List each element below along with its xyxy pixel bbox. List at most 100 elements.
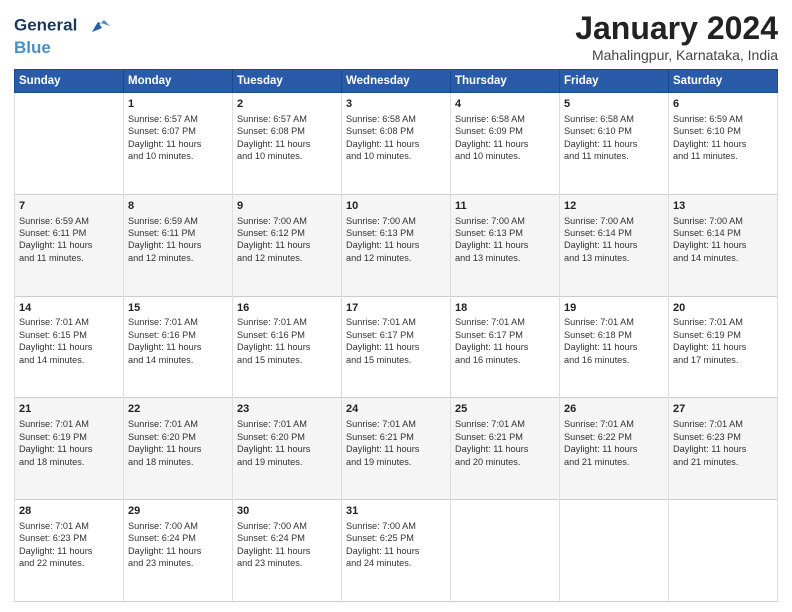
logo-bird-icon <box>84 14 110 38</box>
day-number: 23 <box>237 402 337 417</box>
day-info: Sunrise: 7:01 AMSunset: 6:23 PMDaylight:… <box>19 520 119 570</box>
day-number: 10 <box>346 199 446 214</box>
day-number: 7 <box>19 199 119 214</box>
day-info: Sunrise: 6:58 AMSunset: 6:08 PMDaylight:… <box>346 113 446 163</box>
day-info: Sunrise: 7:01 AMSunset: 6:22 PMDaylight:… <box>564 418 664 468</box>
day-number: 20 <box>673 301 773 316</box>
day-info: Sunrise: 7:00 AMSunset: 6:24 PMDaylight:… <box>237 520 337 570</box>
day-info: Sunrise: 7:00 AMSunset: 6:14 PMDaylight:… <box>673 215 773 265</box>
location: Mahalingpur, Karnataka, India <box>575 47 778 63</box>
calendar-cell: 21Sunrise: 7:01 AMSunset: 6:19 PMDayligh… <box>15 398 124 500</box>
calendar-table: SundayMondayTuesdayWednesdayThursdayFrid… <box>14 69 778 602</box>
calendar-cell: 3Sunrise: 6:58 AMSunset: 6:08 PMDaylight… <box>342 93 451 195</box>
day-info: Sunrise: 7:00 AMSunset: 6:14 PMDaylight:… <box>564 215 664 265</box>
header-day-wednesday: Wednesday <box>342 70 451 93</box>
calendar-cell: 1Sunrise: 6:57 AMSunset: 6:07 PMDaylight… <box>124 93 233 195</box>
calendar-cell <box>669 500 778 602</box>
day-info: Sunrise: 6:58 AMSunset: 6:09 PMDaylight:… <box>455 113 555 163</box>
day-number: 11 <box>455 199 555 214</box>
day-number: 19 <box>564 301 664 316</box>
calendar-cell: 31Sunrise: 7:00 AMSunset: 6:25 PMDayligh… <box>342 500 451 602</box>
header-day-monday: Monday <box>124 70 233 93</box>
calendar-cell: 8Sunrise: 6:59 AMSunset: 6:11 PMDaylight… <box>124 194 233 296</box>
day-number: 28 <box>19 504 119 519</box>
day-info: Sunrise: 7:00 AMSunset: 6:12 PMDaylight:… <box>237 215 337 265</box>
week-row-4: 21Sunrise: 7:01 AMSunset: 6:19 PMDayligh… <box>15 398 778 500</box>
day-info: Sunrise: 7:01 AMSunset: 6:15 PMDaylight:… <box>19 316 119 366</box>
header-day-thursday: Thursday <box>451 70 560 93</box>
day-number: 5 <box>564 97 664 112</box>
day-info: Sunrise: 7:01 AMSunset: 6:17 PMDaylight:… <box>346 316 446 366</box>
day-number: 9 <box>237 199 337 214</box>
calendar-cell: 2Sunrise: 6:57 AMSunset: 6:08 PMDaylight… <box>233 93 342 195</box>
day-number: 14 <box>19 301 119 316</box>
calendar-cell: 11Sunrise: 7:00 AMSunset: 6:13 PMDayligh… <box>451 194 560 296</box>
calendar-cell: 16Sunrise: 7:01 AMSunset: 6:16 PMDayligh… <box>233 296 342 398</box>
calendar-cell <box>451 500 560 602</box>
week-row-5: 28Sunrise: 7:01 AMSunset: 6:23 PMDayligh… <box>15 500 778 602</box>
day-info: Sunrise: 7:01 AMSunset: 6:18 PMDaylight:… <box>564 316 664 366</box>
day-number: 3 <box>346 97 446 112</box>
day-number: 21 <box>19 402 119 417</box>
calendar-cell: 10Sunrise: 7:00 AMSunset: 6:13 PMDayligh… <box>342 194 451 296</box>
day-number: 18 <box>455 301 555 316</box>
day-info: Sunrise: 7:01 AMSunset: 6:17 PMDaylight:… <box>455 316 555 366</box>
header-day-friday: Friday <box>560 70 669 93</box>
day-info: Sunrise: 7:01 AMSunset: 6:23 PMDaylight:… <box>673 418 773 468</box>
day-number: 4 <box>455 97 555 112</box>
calendar-cell: 18Sunrise: 7:01 AMSunset: 6:17 PMDayligh… <box>451 296 560 398</box>
day-number: 27 <box>673 402 773 417</box>
day-number: 16 <box>237 301 337 316</box>
day-info: Sunrise: 6:59 AMSunset: 6:11 PMDaylight:… <box>19 215 119 265</box>
calendar-cell: 9Sunrise: 7:00 AMSunset: 6:12 PMDaylight… <box>233 194 342 296</box>
day-number: 22 <box>128 402 228 417</box>
calendar-cell: 15Sunrise: 7:01 AMSunset: 6:16 PMDayligh… <box>124 296 233 398</box>
day-info: Sunrise: 7:00 AMSunset: 6:13 PMDaylight:… <box>455 215 555 265</box>
calendar-body: 1Sunrise: 6:57 AMSunset: 6:07 PMDaylight… <box>15 93 778 602</box>
title-block: January 2024 Mahalingpur, Karnataka, Ind… <box>575 10 778 63</box>
day-info: Sunrise: 7:01 AMSunset: 6:16 PMDaylight:… <box>237 316 337 366</box>
calendar-cell: 13Sunrise: 7:00 AMSunset: 6:14 PMDayligh… <box>669 194 778 296</box>
calendar-cell: 30Sunrise: 7:00 AMSunset: 6:24 PMDayligh… <box>233 500 342 602</box>
calendar-cell: 4Sunrise: 6:58 AMSunset: 6:09 PMDaylight… <box>451 93 560 195</box>
logo: General Blue <box>14 14 110 58</box>
day-number: 17 <box>346 301 446 316</box>
day-number: 26 <box>564 402 664 417</box>
day-info: Sunrise: 7:01 AMSunset: 6:19 PMDaylight:… <box>19 418 119 468</box>
calendar-cell: 12Sunrise: 7:00 AMSunset: 6:14 PMDayligh… <box>560 194 669 296</box>
day-info: Sunrise: 7:01 AMSunset: 6:16 PMDaylight:… <box>128 316 228 366</box>
day-info: Sunrise: 7:00 AMSunset: 6:25 PMDaylight:… <box>346 520 446 570</box>
header: General Blue January 2024 Mahalingpur, K… <box>14 10 778 63</box>
day-info: Sunrise: 7:01 AMSunset: 6:20 PMDaylight:… <box>237 418 337 468</box>
day-info: Sunrise: 6:59 AMSunset: 6:10 PMDaylight:… <box>673 113 773 163</box>
calendar-cell: 20Sunrise: 7:01 AMSunset: 6:19 PMDayligh… <box>669 296 778 398</box>
week-row-2: 7Sunrise: 6:59 AMSunset: 6:11 PMDaylight… <box>15 194 778 296</box>
calendar-cell: 19Sunrise: 7:01 AMSunset: 6:18 PMDayligh… <box>560 296 669 398</box>
day-info: Sunrise: 7:01 AMSunset: 6:20 PMDaylight:… <box>128 418 228 468</box>
calendar-cell: 7Sunrise: 6:59 AMSunset: 6:11 PMDaylight… <box>15 194 124 296</box>
day-info: Sunrise: 7:00 AMSunset: 6:13 PMDaylight:… <box>346 215 446 265</box>
calendar-cell: 24Sunrise: 7:01 AMSunset: 6:21 PMDayligh… <box>342 398 451 500</box>
day-number: 8 <box>128 199 228 214</box>
calendar-cell: 6Sunrise: 6:59 AMSunset: 6:10 PMDaylight… <box>669 93 778 195</box>
day-info: Sunrise: 6:57 AMSunset: 6:07 PMDaylight:… <box>128 113 228 163</box>
calendar-cell <box>15 93 124 195</box>
day-number: 24 <box>346 402 446 417</box>
day-number: 15 <box>128 301 228 316</box>
day-info: Sunrise: 7:01 AMSunset: 6:21 PMDaylight:… <box>346 418 446 468</box>
day-info: Sunrise: 7:00 AMSunset: 6:24 PMDaylight:… <box>128 520 228 570</box>
day-number: 25 <box>455 402 555 417</box>
header-day-tuesday: Tuesday <box>233 70 342 93</box>
calendar-cell: 22Sunrise: 7:01 AMSunset: 6:20 PMDayligh… <box>124 398 233 500</box>
page: General Blue January 2024 Mahalingpur, K… <box>0 0 792 612</box>
calendar-cell: 27Sunrise: 7:01 AMSunset: 6:23 PMDayligh… <box>669 398 778 500</box>
day-number: 31 <box>346 504 446 519</box>
calendar-cell <box>560 500 669 602</box>
calendar-cell: 23Sunrise: 7:01 AMSunset: 6:20 PMDayligh… <box>233 398 342 500</box>
month-title: January 2024 <box>575 10 778 47</box>
header-day-sunday: Sunday <box>15 70 124 93</box>
day-info: Sunrise: 6:57 AMSunset: 6:08 PMDaylight:… <box>237 113 337 163</box>
logo-line2: Blue <box>14 38 110 58</box>
day-number: 30 <box>237 504 337 519</box>
calendar-cell: 17Sunrise: 7:01 AMSunset: 6:17 PMDayligh… <box>342 296 451 398</box>
